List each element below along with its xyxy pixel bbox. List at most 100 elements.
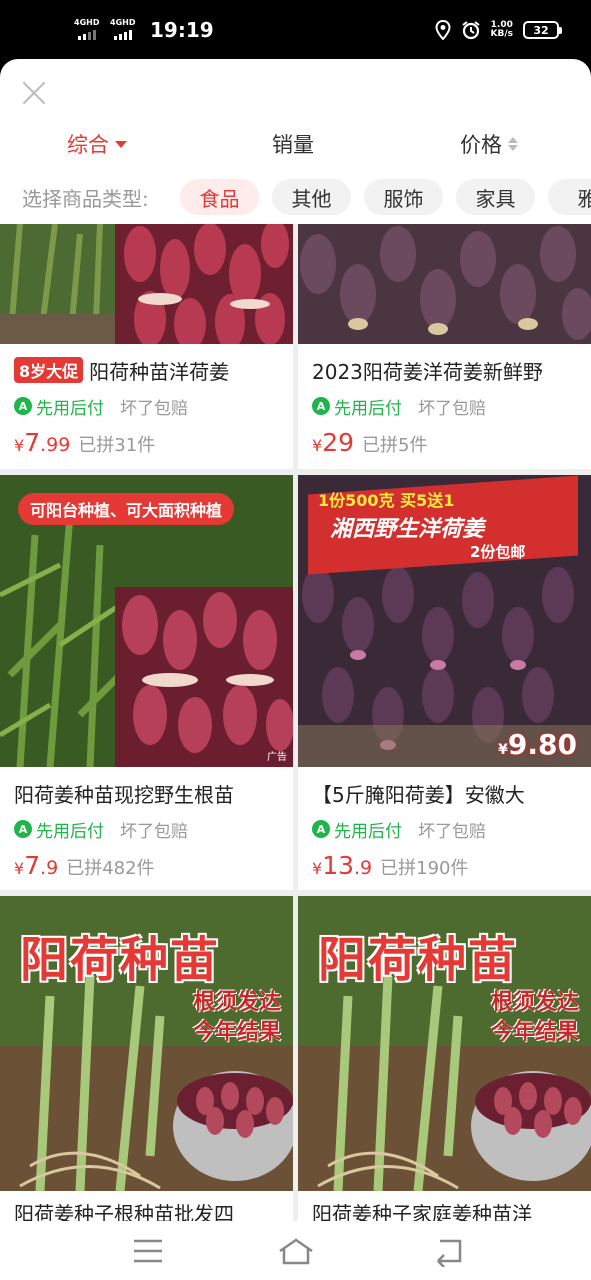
- product-price: ¥7.99: [14, 428, 71, 457]
- status-left: 4GHD 4GHD 19:19: [74, 18, 214, 42]
- product-card[interactable]: 2023阳荷姜洋荷姜新鲜野 A 先用后付 坏了包赔 ¥29 已拼5件: [298, 224, 591, 469]
- speed-unit: KB/s: [490, 29, 513, 39]
- type-chip-food[interactable]: 食品: [180, 179, 259, 215]
- product-title-row: 【5斤腌阳荷姜】安徽大: [312, 777, 577, 809]
- product-info: 阳荷姜种苗现挖野生根苗 A 先用后付 坏了包赔 ¥7.9 已拼482件: [0, 777, 293, 883]
- type-chip-furniture[interactable]: 家具: [456, 179, 535, 215]
- network-signal-icon: 4GHD: [110, 18, 138, 42]
- product-meta: A 先用后付 坏了包赔: [312, 815, 577, 843]
- image-overlay-sub: 根须发达 今年结果: [192, 990, 281, 1045]
- pay-later-label: 先用后付: [36, 398, 104, 419]
- product-image: 1份500克 买5送1 湘西野生洋荷姜 2份包邮 ¥9.80: [298, 475, 591, 767]
- image-overlay-sub: 根须发达 今年结果: [490, 990, 579, 1045]
- sold-count: 已拼5件: [362, 435, 428, 456]
- back-icon[interactable]: [428, 1235, 468, 1267]
- sort-tab-comprehensive[interactable]: 综合: [67, 129, 127, 159]
- sort-tab-price[interactable]: 价格: [460, 129, 518, 159]
- image-banner-title: 湘西野生洋荷姜: [330, 517, 485, 542]
- sold-count: 已拼31件: [78, 435, 156, 456]
- price-row: ¥29 已拼5件: [312, 428, 577, 460]
- image-banner-top: 1份500克 买5送1: [318, 491, 455, 510]
- pay-later-label: 先用后付: [334, 821, 402, 842]
- product-price: ¥29: [312, 428, 354, 457]
- product-image: 阳荷种苗 根须发达 今年结果: [0, 896, 293, 1191]
- image-banner-sub: 2份包邮: [470, 543, 526, 561]
- type-chip-other[interactable]: 其他: [272, 179, 351, 215]
- product-meta: A 先用后付 坏了包赔: [312, 392, 577, 420]
- product-title: 阳荷姜种苗现挖野生根苗: [14, 782, 234, 807]
- product-info: 【5斤腌阳荷姜】安徽大 A 先用后付 坏了包赔 ¥13.9 已拼190件: [298, 777, 591, 883]
- product-price: ¥7.9: [14, 851, 59, 880]
- image-price-badge: ¥9.80: [498, 728, 577, 761]
- price-row: ¥7.9 已拼482件: [14, 851, 279, 883]
- status-right: 1.00 KB/s 32: [435, 20, 562, 40]
- pay-later-icon: A: [312, 820, 330, 838]
- product-price: ¥13.9: [312, 851, 373, 880]
- product-sheet: 综合 销量 价格 选择商品类型: 食品 其他 服饰 家具 雅 8岁大促 阳荷种苗…: [0, 59, 591, 1221]
- price-row: ¥7.99 已拼31件: [14, 428, 279, 460]
- product-meta: A 先用后付 坏了包赔: [14, 392, 279, 420]
- type-filter-bar: 选择商品类型: 食品 其他 服饰 家具 雅: [0, 179, 591, 217]
- type-chip-clothing[interactable]: 服饰: [364, 179, 443, 215]
- price-row: ¥13.9 已拼190件: [312, 851, 577, 883]
- sort-tab-sales[interactable]: 销量: [272, 129, 314, 159]
- guarantee-label: 坏了包赔: [418, 821, 486, 842]
- product-info: 阳荷姜种子家庭姜种苗洋: [298, 1196, 591, 1222]
- system-nav-bar: [0, 1221, 591, 1280]
- ad-tag: 广告: [267, 752, 287, 763]
- product-card[interactable]: 阳荷种苗 根须发达 今年结果 阳荷姜种子家庭姜种苗洋: [298, 896, 591, 1221]
- product-image: 可阳台种植、可大面积种植 广告: [0, 475, 293, 767]
- guarantee-label: 坏了包赔: [120, 398, 188, 419]
- image-banner: 可阳台种植、可大面积种植: [18, 493, 235, 525]
- network-label: 4GHD: [110, 18, 136, 27]
- product-title-row: 阳荷姜种子家庭姜种苗洋: [312, 1196, 577, 1222]
- pay-later-icon: A: [14, 820, 32, 838]
- caret-down-icon: [115, 140, 127, 148]
- product-card[interactable]: 可阳台种植、可大面积种植 广告 阳荷姜种苗现挖野生根苗 A 先用后付 坏了包赔 …: [0, 475, 293, 890]
- product-card[interactable]: 阳荷种苗 根须发达 今年结果 阳荷姜种子根种苗批发四: [0, 896, 293, 1221]
- product-card[interactable]: 1份500克 买5送1 湘西野生洋荷姜 2份包邮 ¥9.80 【5斤腌阳荷姜】安…: [298, 475, 591, 890]
- product-image: 阳荷种苗 根须发达 今年结果: [298, 896, 591, 1191]
- sold-count: 已拼190件: [380, 858, 469, 879]
- alarm-icon: [461, 21, 480, 40]
- pay-later-icon: A: [14, 397, 32, 415]
- product-title: 【5斤腌阳荷姜】安徽大: [312, 782, 525, 807]
- status-bar: 4GHD 4GHD 19:19 1.00 KB/s 32: [0, 0, 591, 62]
- product-title-row: 阳荷姜种子根种苗批发四: [14, 1196, 279, 1222]
- sold-count: 已拼482件: [66, 858, 155, 879]
- pay-later-icon: A: [312, 397, 330, 415]
- battery-icon: 32: [523, 21, 562, 39]
- clock: 19:19: [150, 18, 214, 42]
- product-image: [298, 224, 591, 344]
- pay-later-label: 先用后付: [36, 821, 104, 842]
- product-title: 2023阳荷姜洋荷姜新鲜野: [312, 359, 543, 384]
- menu-icon[interactable]: [128, 1235, 168, 1267]
- product-title-row: 2023阳荷姜洋荷姜新鲜野: [312, 354, 577, 386]
- home-icon[interactable]: [276, 1235, 316, 1267]
- sort-tab-label: 销量: [272, 133, 314, 157]
- network-signal-icon: 4GHD: [74, 18, 102, 42]
- guarantee-label: 坏了包赔: [418, 398, 486, 419]
- location-icon: [435, 20, 451, 40]
- sort-bar: 综合 销量 价格: [0, 129, 591, 169]
- sort-tab-label: 综合: [67, 133, 109, 157]
- sort-arrows-icon: [508, 137, 518, 151]
- product-title-row: 阳荷姜种苗现挖野生根苗: [14, 777, 279, 809]
- network-label: 4GHD: [74, 18, 100, 27]
- product-title: 阳荷姜种子根种苗批发四: [14, 1201, 234, 1222]
- image-overlay-title: 阳荷种苗: [318, 932, 519, 988]
- close-icon[interactable]: [18, 77, 50, 109]
- type-chip-partial[interactable]: 雅: [548, 179, 591, 215]
- product-title: 阳荷姜种子家庭姜种苗洋: [312, 1201, 532, 1222]
- promo-badge: 8岁大促: [14, 357, 84, 383]
- product-meta: A 先用后付 坏了包赔: [14, 815, 279, 843]
- battery-level: 32: [533, 23, 549, 37]
- image-overlay-title: 阳荷种苗: [20, 932, 221, 988]
- product-info: 8岁大促 阳荷种苗洋荷姜 A 先用后付 坏了包赔 ¥7.99 已拼31件: [0, 354, 293, 460]
- product-card[interactable]: 8岁大促 阳荷种苗洋荷姜 A 先用后付 坏了包赔 ¥7.99 已拼31件: [0, 224, 293, 469]
- guarantee-label: 坏了包赔: [120, 821, 188, 842]
- type-filter-label: 选择商品类型:: [22, 187, 149, 211]
- network-speed: 1.00 KB/s: [491, 21, 513, 39]
- product-title-row: 8岁大促 阳荷种苗洋荷姜: [14, 354, 279, 386]
- product-info: 2023阳荷姜洋荷姜新鲜野 A 先用后付 坏了包赔 ¥29 已拼5件: [298, 354, 591, 460]
